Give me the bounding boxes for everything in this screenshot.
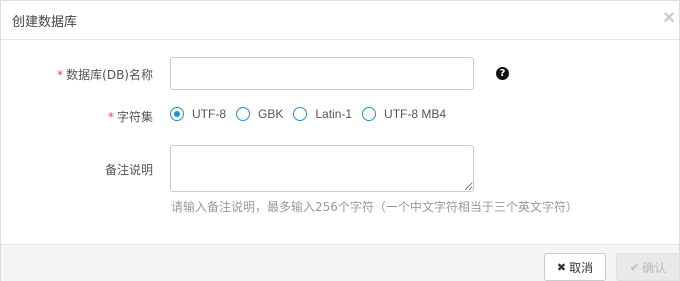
remark-hint: 请输入备注说明，最多输入256个字符（一个中文字符相当于三个英文字符） (171, 200, 578, 214)
confirm-button-label: 确认 (642, 260, 667, 275)
check-icon: ✔ (629, 260, 640, 274)
radio-unchecked-icon[interactable] (293, 107, 308, 121)
create-database-dialog: 创建数据库 × * 数据库(DB)名称 ? * 字符集 UTF-8 GBK Lati… (0, 0, 680, 281)
confirm-button[interactable]: ✔ 确认 (616, 253, 680, 281)
charset-option-utf8mb4[interactable]: UTF-8 MB4 (362, 107, 446, 121)
db-name-input[interactable] (170, 57, 474, 90)
dialog-header: 创建数据库 × (1, 1, 679, 40)
required-mark: * (57, 68, 64, 82)
dialog-title: 创建数据库 (12, 15, 78, 30)
charset-option-latin1[interactable]: Latin-1 (293, 107, 352, 121)
remark-textarea[interactable] (170, 145, 474, 192)
radio-label: Latin-1 (315, 107, 353, 121)
remark-label-group: 备注说明 (105, 161, 153, 178)
charset-option-gbk[interactable]: GBK (236, 107, 283, 121)
db-name-label-group: * 数据库(DB)名称 (57, 66, 153, 83)
close-icon[interactable]: × (661, 8, 677, 28)
required-mark: * (107, 110, 114, 124)
charset-option-utf8[interactable]: UTF-8 (170, 107, 226, 121)
charset-label: 字符集 (116, 110, 153, 124)
radio-checked-icon[interactable] (170, 107, 184, 121)
close-icon: ✖ (556, 260, 567, 274)
remark-label: 备注说明 (104, 163, 153, 177)
radio-label: UTF-8 (192, 107, 226, 121)
dialog-footer: ✖ 取消 ✔ 确认 (1, 244, 680, 281)
charset-label-group: * 字符集 (108, 108, 153, 125)
cancel-button[interactable]: ✖ 取消 (544, 253, 606, 281)
radio-label: GBK (258, 107, 284, 121)
radio-label: UTF-8 MB4 (384, 107, 447, 121)
cancel-button-label: 取消 (569, 260, 594, 275)
radio-unchecked-icon[interactable] (362, 107, 377, 121)
charset-radio-group: UTF-8 GBK Latin-1 UTF-8 MB4 (170, 104, 456, 124)
db-name-label: 数据库(DB)名称 (66, 68, 153, 82)
question-circle-icon[interactable]: ? (496, 67, 509, 80)
radio-unchecked-icon[interactable] (236, 107, 250, 121)
